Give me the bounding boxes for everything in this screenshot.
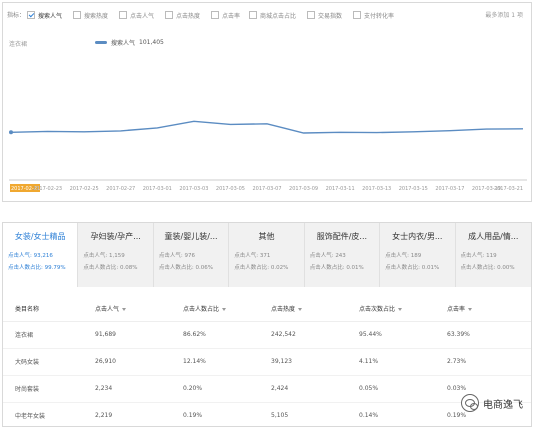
- table-row[interactable]: 大码女装 26,910 12.14% 39,123 4.11% 2.73%: [3, 348, 531, 376]
- metric-search-heat[interactable]: 搜索热度: [73, 9, 108, 21]
- metric-click-heat[interactable]: 点击热度: [165, 9, 200, 21]
- table-row[interactable]: 时尚套装 2,234 0.20% 2,424 0.05% 0.03%: [3, 375, 531, 403]
- watermark: 电商逸飞: [461, 394, 523, 412]
- x-tick-label: 2017-03-21: [494, 186, 523, 192]
- watermark-text: 电商逸飞: [483, 399, 523, 411]
- x-tick-label: 2017-03-13: [362, 186, 391, 192]
- checkbox-icon[interactable]: [27, 11, 35, 19]
- data-point: [9, 130, 13, 135]
- checkbox-icon[interactable]: [119, 11, 127, 19]
- x-tick-label: 2017-03-01: [143, 186, 172, 192]
- tab-adult-products[interactable]: 成人用品/情... 点击人气: 119 点击人数占比: 0.00%: [455, 223, 531, 287]
- category-table: 类目名称 点击人气 点击人数占比 点击热度 点击次数占比 点击率 连衣裙 91,6…: [3, 297, 531, 426]
- sort-icon: [398, 308, 403, 312]
- sort-icon: [222, 308, 227, 312]
- x-tick-label: 2017-02-25: [70, 186, 99, 192]
- x-tick-label: 2017-02-23: [33, 186, 62, 192]
- col-click-rate[interactable]: 点击率: [435, 297, 531, 322]
- metric-mall-click-share[interactable]: 商城点击占比: [249, 9, 296, 21]
- metric-search-popularity[interactable]: 搜索人气: [27, 9, 62, 21]
- x-tick-label: 2017-03-11: [326, 186, 355, 192]
- wechat-icon: [461, 394, 479, 412]
- sort-icon: [298, 308, 303, 312]
- metric-pay-conversion[interactable]: 支付转化率: [353, 9, 394, 21]
- checkbox-icon[interactable]: [307, 11, 315, 19]
- series-line: [10, 120, 524, 134]
- table-row[interactable]: 中老年女装 2,219 0.19% 5,105 0.14% 0.19%: [3, 402, 531, 426]
- x-tick-label: 2017-03-17: [435, 186, 464, 192]
- legend-series-value: 101,405: [139, 39, 164, 46]
- col-category-name: 类目名称: [3, 297, 83, 322]
- x-tick-label: 2017-03-09: [289, 186, 318, 192]
- checkbox-icon[interactable]: [211, 11, 219, 19]
- col-click-count-share[interactable]: 点击次数占比: [347, 297, 435, 322]
- category-table-panel: 女装/女士精品 点击人气: 93,216 点击人数占比: 99.79% 孕妇装/…: [2, 222, 532, 427]
- x-tick-label: 2017-03-05: [216, 186, 245, 192]
- x-tick-label: 2017-03-15: [399, 186, 428, 192]
- col-click-popularity[interactable]: 点击人气: [83, 297, 171, 322]
- table-header-row: 类目名称 点击人气 点击人数占比 点击热度 点击次数占比 点击率: [3, 297, 531, 322]
- tab-other[interactable]: 其他 点击人气: 371 点击人数占比: 0.02%: [229, 223, 305, 287]
- legend-swatch: [95, 41, 107, 44]
- x-tick-label: 2017-02-27: [106, 186, 135, 192]
- table-row[interactable]: 连衣裙 91,689 86.62% 242,542 95.44% 63.39%: [3, 321, 531, 349]
- trend-chart-panel: 指标： 搜索人气 搜索热度 点击人气 点击热度 点击率 商城点击占比 交易指数 …: [2, 2, 532, 202]
- category-tabs: 女装/女士精品 点击人气: 93,216 点击人数占比: 99.79% 孕妇装/…: [3, 223, 531, 287]
- tab-womens-wear[interactable]: 女装/女士精品 点击人气: 93,216 点击人数占比: 99.79%: [3, 223, 79, 287]
- x-tick-label: 2017-03-07: [252, 186, 281, 192]
- tab-underwear[interactable]: 女士内衣/男... 点击人气: 189 点击人数占比: 0.01%: [380, 223, 456, 287]
- checkbox-icon[interactable]: [73, 11, 81, 19]
- line-chart[interactable]: 2017-02-212017-02-23 2017-02-25 2017-02-27…: [9, 59, 527, 200]
- tab-accessories[interactable]: 服饰配件/皮... 点击人气: 243 点击人数占比: 0.01%: [304, 223, 381, 287]
- metric-click-popularity[interactable]: 点击人气: [119, 9, 154, 21]
- metric-trade-index[interactable]: 交易指数: [307, 9, 342, 21]
- sort-icon: [122, 308, 127, 312]
- metric-label: 指标：: [7, 12, 26, 19]
- col-click-heat[interactable]: 点击热度: [259, 297, 347, 322]
- tab-kids-wear[interactable]: 童装/婴儿装/... 点击人气: 976 点击人数占比: 0.06%: [153, 223, 230, 287]
- series-title: 连衣裙: [9, 41, 28, 48]
- sort-icon: [468, 308, 473, 312]
- legend-series-name: 搜索人气: [111, 40, 136, 47]
- checkbox-icon[interactable]: [353, 11, 361, 19]
- checkbox-icon[interactable]: [249, 11, 257, 19]
- tab-maternity-wear[interactable]: 孕妇装/孕产... 点击人气: 1,159 点击人数占比: 0.08%: [78, 223, 154, 287]
- chart-legend[interactable]: 搜索人气 101,405: [95, 38, 164, 47]
- x-tick-label: 2017-03-03: [179, 186, 208, 192]
- metric-click-rate[interactable]: 点击率: [211, 9, 240, 21]
- checkbox-icon[interactable]: [165, 11, 173, 19]
- col-click-user-share[interactable]: 点击人数占比: [171, 297, 259, 322]
- metric-hint: 最多添加 1 项: [485, 12, 523, 19]
- metric-selector: 指标： 搜索人气 搜索热度 点击人气 点击热度 点击率 商城点击占比 交易指数 …: [7, 8, 527, 22]
